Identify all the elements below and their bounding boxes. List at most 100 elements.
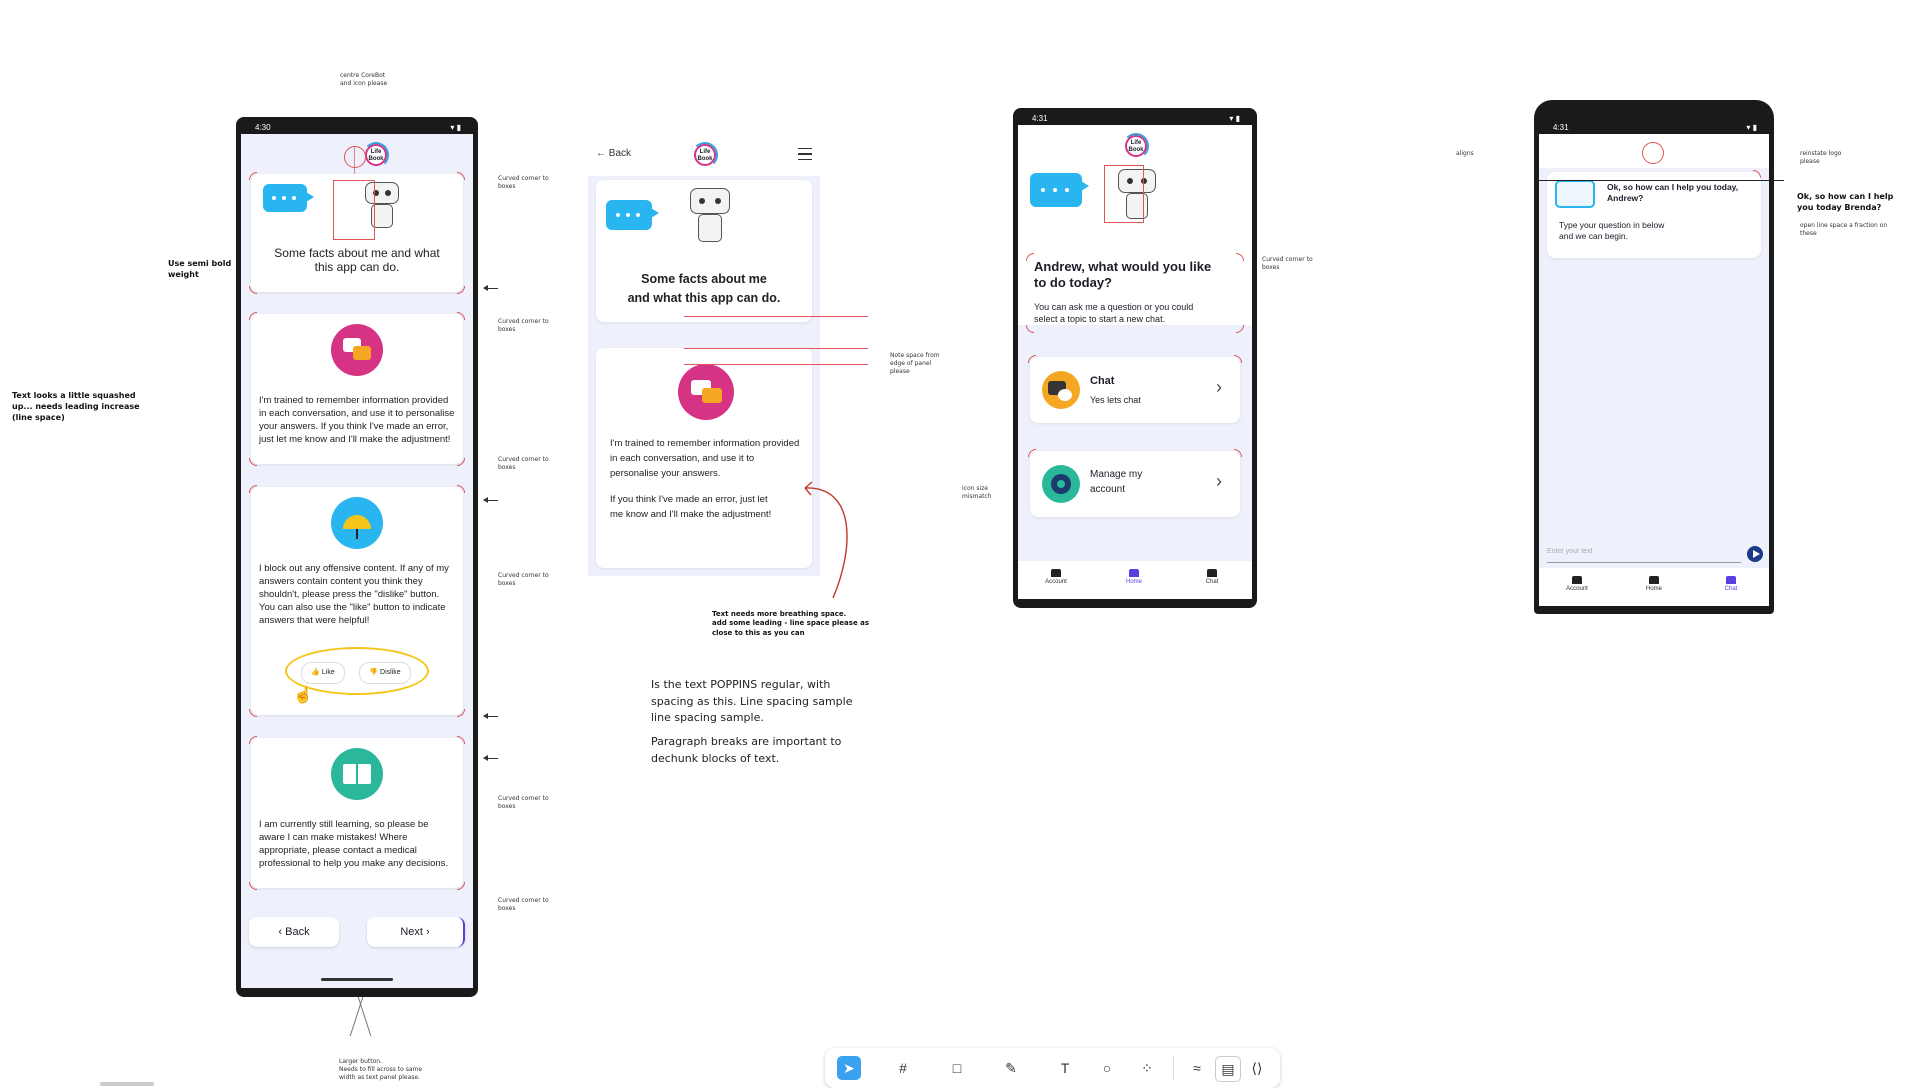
memory-card: I'm trained to remember information prov… [251, 314, 463, 464]
curve-marker [249, 485, 257, 493]
status-time: 4:31 [1553, 123, 1569, 132]
message-input[interactable]: Enter your text [1547, 548, 1741, 563]
guide-line-extension [1534, 180, 1784, 181]
guide-line [684, 364, 868, 365]
note-reinstate-logo: reinstate logo please [1800, 150, 1842, 166]
chat-option[interactable]: Chat Yes lets chat › [1030, 357, 1240, 423]
nav-chat-label: Chat [1724, 586, 1738, 592]
back-link[interactable]: ← Back [596, 148, 631, 159]
nav-home[interactable]: Home [1634, 576, 1674, 592]
comment-tool-icon[interactable]: ○ [1095, 1056, 1119, 1080]
moderation-card: I block out any offensive content. If an… [251, 487, 463, 715]
memory-card-paragraph-1: I'm trained to remember information prov… [610, 438, 800, 480]
toolbar-divider [1173, 1056, 1174, 1080]
home-indicator [321, 978, 393, 981]
manage-account-label: Manage my account [1090, 469, 1143, 495]
bot-greeting: Ok, so how can I help you today, Andrew? [1607, 182, 1739, 204]
bottom-nav: Account Home Chat [1539, 568, 1769, 606]
dev-mode-icon[interactable]: ▤ [1215, 1056, 1241, 1082]
nav-account[interactable]: Account [1557, 576, 1597, 592]
next-button[interactable]: Next › [367, 917, 465, 947]
guide-line [684, 348, 868, 349]
intro-card-title: Some facts about me and what this app ca… [627, 272, 781, 305]
pointer-hand-icon: ☝ [293, 687, 313, 704]
pen-tool-icon[interactable]: ✎ [999, 1056, 1023, 1080]
move-tool-icon[interactable]: ➤ [837, 1056, 861, 1080]
nav-chat[interactable]: Chat [1192, 569, 1232, 585]
guide-box [1104, 165, 1144, 223]
nav-account[interactable]: Account [1036, 569, 1076, 585]
curve-marker [457, 882, 465, 890]
memory-card: I'm trained to remember information prov… [596, 348, 812, 568]
umbrella-icon [331, 497, 383, 549]
curve-marker [457, 312, 465, 320]
curve-marker [249, 458, 257, 466]
guide-box [333, 180, 375, 240]
note-breathing-space: Text needs more breathing space. add som… [712, 610, 870, 637]
chat-topic-icon [1042, 371, 1080, 409]
memory-card-text: I'm trained to remember information prov… [259, 395, 455, 446]
chat-icon [1726, 576, 1736, 584]
text-tool-icon[interactable]: T [1053, 1056, 1077, 1080]
intro-card: Some facts about me and what this app ca… [251, 174, 463, 292]
intro-card: Some facts about me and what this app ca… [596, 180, 812, 322]
logo-placeholder-circle [1642, 142, 1664, 164]
note-curved-corner-2: Curved corner to boxes [498, 318, 549, 334]
curve-marker [249, 286, 257, 294]
note-curved-corner-1: Curved corner to boxes [498, 175, 549, 191]
components-tool-icon[interactable]: ⁘ [1135, 1056, 1159, 1080]
note-poppins-1: Is the text POPPINS regular, with spacin… [651, 678, 853, 724]
phone-onboarding: 4:30 ▾ ▮ Life Book Some facts about me a… [236, 117, 478, 997]
nav-account-label: Account [1045, 579, 1067, 585]
curve-marker [1234, 355, 1242, 363]
note-curved-corner-3: Curved corner to boxes [498, 456, 549, 472]
note-curved-corner-7: Curved corner to boxes [1262, 256, 1313, 272]
annotation-arrow [483, 285, 498, 291]
home-icon [1649, 576, 1659, 584]
nav-chat[interactable]: Chat [1711, 576, 1751, 592]
curve-marker [249, 312, 257, 320]
bot-message: Ok, so how can I help you today, Andrew?… [1547, 172, 1761, 258]
phone-home-screen: 4:31 ▾ ▮ Life Book Andrew, what would yo… [1018, 113, 1252, 599]
manage-account-option[interactable]: Manage my account › [1030, 451, 1240, 517]
note-space-from-edge: Note space from edge of panel please [890, 352, 940, 376]
annotation-arrow [483, 497, 498, 503]
draw-tool-icon[interactable]: ≈ [1185, 1056, 1209, 1080]
code-icon[interactable]: ⟨⟩ [1245, 1056, 1269, 1080]
note-curved-corner-6: Curved corner to boxes [498, 897, 549, 913]
checkmark-chat-icon [331, 324, 383, 376]
menu-icon[interactable] [798, 148, 812, 160]
shape-tool-icon[interactable]: □ [945, 1056, 969, 1080]
back-button[interactable]: ‹ Back [249, 917, 339, 947]
intro-card-title: Some facts about me and what this app ca… [274, 246, 440, 274]
curve-marker [249, 736, 257, 744]
note-curved-corner-5: Curved corner to boxes [498, 795, 549, 811]
chat-option-title: Chat [1090, 375, 1115, 387]
nav-home-label: Home [1125, 579, 1142, 585]
home-subtext: You can ask me a question or you could s… [1034, 302, 1194, 325]
bot-avatar-icon [1555, 180, 1595, 208]
note-poppins-2: Paragraph breaks are important to dechun… [651, 735, 842, 765]
chat-bubble-icon [606, 200, 659, 230]
guide-circle [344, 146, 366, 168]
chat-bubble-icon [1030, 173, 1089, 207]
note-larger-button: Larger button. Needs to fill across to s… [339, 1058, 423, 1082]
nav-home[interactable]: Home [1114, 569, 1154, 585]
home-heading: Andrew, what would you like to do today? [1034, 259, 1212, 291]
send-icon[interactable] [1747, 546, 1763, 562]
curve-marker [457, 709, 465, 717]
learning-card-text: I am currently still learning, so please… [259, 819, 449, 870]
curve-marker [1026, 325, 1034, 333]
status-bar: 4:31 ▾ ▮ [1539, 122, 1769, 134]
bottom-nav: Account Home Chat [1018, 561, 1252, 599]
curve-marker [249, 709, 257, 717]
scroll-indicator[interactable] [100, 1082, 154, 1086]
curve-marker [1753, 170, 1761, 178]
curve-marker [457, 485, 465, 493]
battery-icon: ▾ ▮ [1229, 114, 1240, 123]
lifebook-logo: Life Book [1123, 133, 1149, 159]
curve-marker [1028, 449, 1036, 457]
frame-tool-icon[interactable]: # [891, 1056, 915, 1080]
battery-icon: ▾ ▮ [1746, 123, 1757, 132]
learning-card: I am currently still learning, so please… [251, 738, 463, 888]
